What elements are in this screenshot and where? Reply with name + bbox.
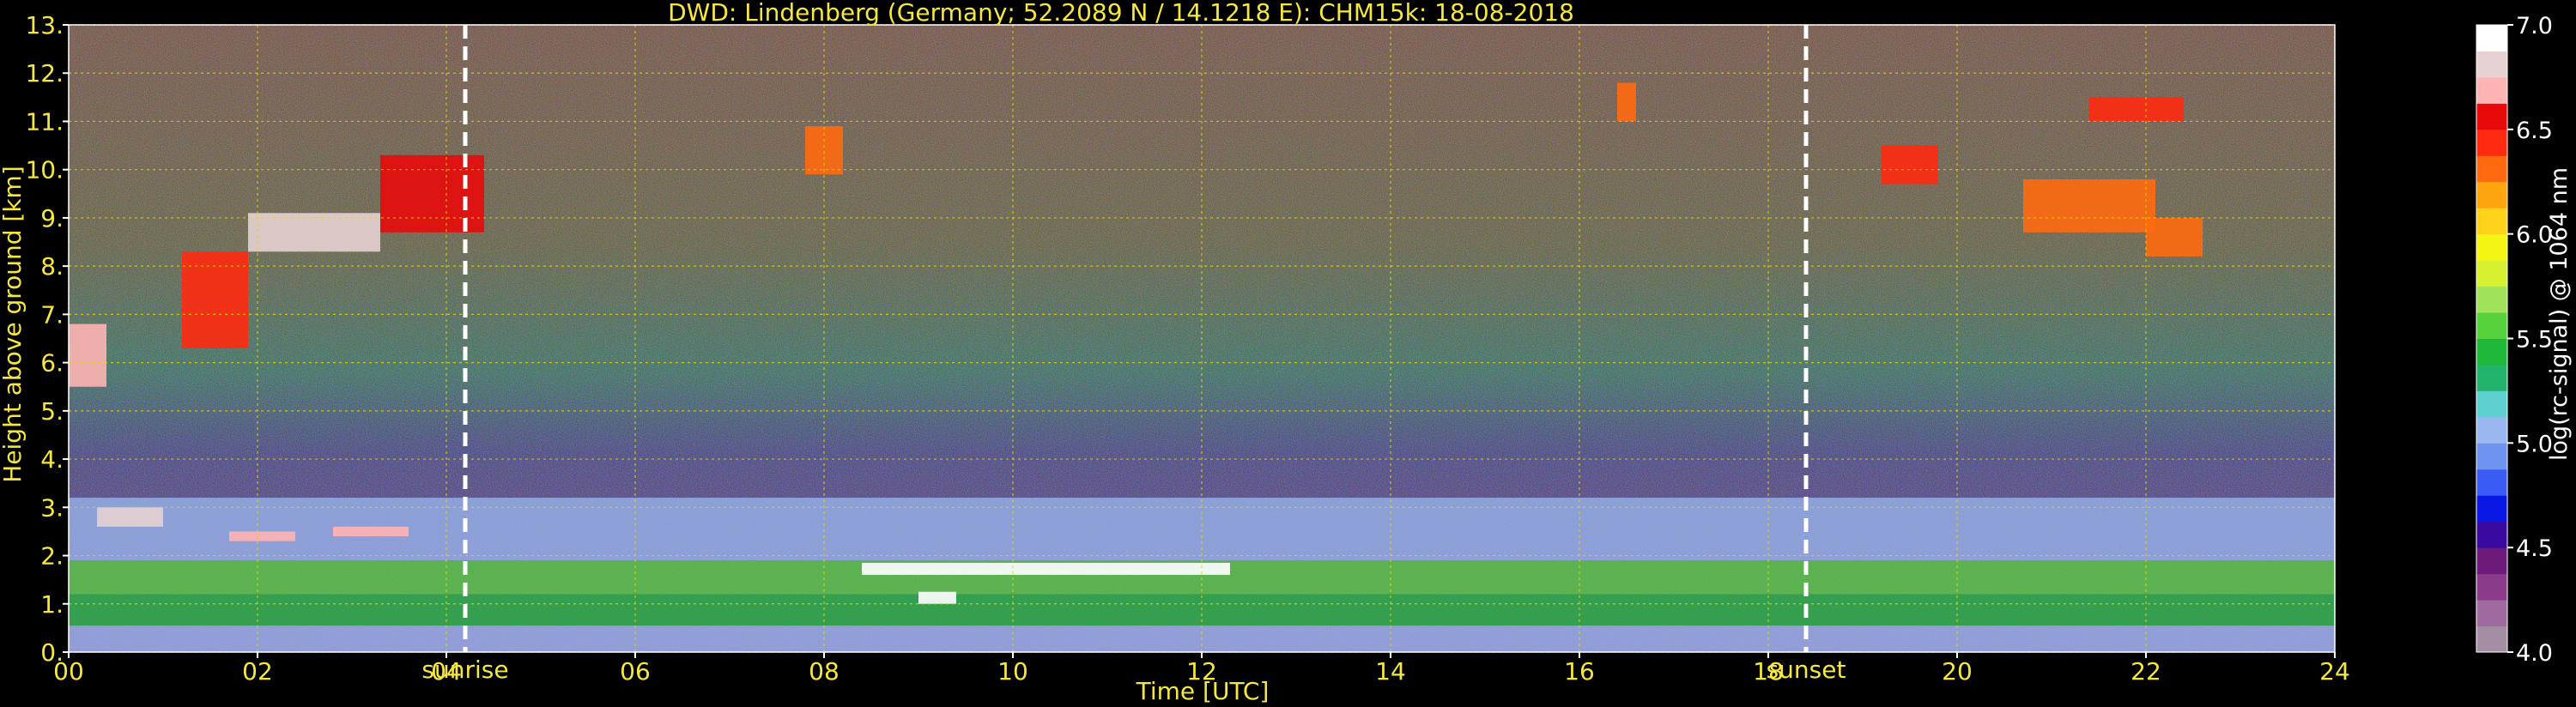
y-tick-label: 9. — [40, 204, 64, 233]
colorbar-segment — [2476, 155, 2507, 183]
colorbar-segment — [2476, 600, 2507, 627]
y-tick-label: 3. — [40, 493, 64, 522]
x-tick-label: 22 — [2131, 657, 2161, 686]
cloud-12 — [2023, 178, 2155, 233]
colorbar-segment — [2476, 468, 2507, 496]
colorbar-segment — [2476, 76, 2507, 104]
cloud-4 — [97, 507, 163, 527]
colorbar: 4.04.55.05.56.06.57.0 — [2476, 13, 2553, 667]
colorbar-segment — [2476, 443, 2507, 470]
y-tick-label: 12. — [25, 59, 64, 88]
colorbar-segment — [2476, 312, 2507, 339]
colorbar-segment — [2476, 208, 2507, 235]
colorbar-tick-label: 7.0 — [2516, 13, 2553, 39]
y-tick-label: 10. — [25, 156, 64, 184]
colorbar-segment — [2476, 495, 2507, 523]
colorbar-segment — [2476, 103, 2507, 130]
y-tick-label: 6. — [40, 349, 64, 378]
chart: sunrise sunset 00 02 04 06 08 10 12 14 16 18 20 22 24… — [0, 0, 2573, 705]
cloud-13 — [2089, 97, 2184, 122]
colorbar-segment — [2476, 25, 2507, 51]
y-tick-label: 8. — [40, 252, 64, 281]
x-tick-label: 24 — [2319, 657, 2350, 686]
colorbar-segment — [2476, 338, 2507, 366]
colorbar-segment — [2476, 129, 2507, 156]
colorbar-tick-label: 4.0 — [2516, 640, 2553, 667]
cloud-6 — [333, 526, 409, 537]
cloud-11 — [1882, 145, 1938, 184]
x-tick-label: 14 — [1375, 657, 1406, 686]
colorbar-segment — [2476, 573, 2507, 601]
x-tick-label: 06 — [620, 657, 651, 686]
cloud-10 — [1617, 82, 1636, 122]
colorbar-segment — [2476, 390, 2507, 418]
cloud-8 — [918, 591, 956, 604]
x-axis-label: Time [UTC] — [1136, 677, 1270, 705]
colorbar-label: log(rc-signal) @ 1064 nm — [2546, 167, 2573, 461]
colorbar-segment — [2476, 521, 2507, 548]
cloud-3 — [380, 154, 484, 233]
y-tick-label: 0. — [40, 638, 64, 667]
colorbar-segment — [2476, 625, 2507, 653]
cloud-14 — [2146, 217, 2203, 257]
y-axis-label: Height above ground [km] — [0, 166, 27, 483]
colorbar-segment — [2476, 547, 2507, 575]
y-tick-label: 1. — [40, 590, 64, 619]
cloud-2 — [248, 213, 380, 252]
x-tick-label: 04 — [431, 657, 462, 686]
colorbar-segment — [2476, 364, 2507, 391]
x-tick-label: 10 — [997, 657, 1028, 686]
y-tick-label: 7. — [40, 300, 64, 329]
y-tick-label: 11. — [25, 107, 64, 136]
x-tick-label: 02 — [242, 657, 273, 686]
y-tick-label: 4. — [40, 445, 64, 474]
y-tick-label: 2. — [40, 542, 64, 571]
colorbar-segment — [2476, 233, 2507, 261]
colorbar-segment — [2476, 260, 2507, 287]
x-tick-label: 08 — [809, 657, 839, 686]
chart-title: DWD: Lindenberg (Germany; 52.2089 N / 14… — [668, 0, 1574, 27]
colorbar-tick-label: 4.5 — [2516, 535, 2553, 562]
colorbar-tick-label: 6.5 — [2516, 118, 2553, 144]
colorbar-segment — [2476, 51, 2507, 78]
x-tick-label: 20 — [1942, 657, 1973, 686]
x-tick-label: 16 — [1564, 657, 1595, 686]
colorbar-segment — [2476, 416, 2507, 444]
x-tick-label: 18 — [1753, 657, 1784, 686]
colorbar-segment — [2476, 286, 2507, 313]
colorbar-segment — [2476, 181, 2507, 208]
y-tick-label: 5. — [40, 397, 64, 426]
cloud-7 — [862, 562, 1230, 576]
cloud-0 — [69, 323, 106, 387]
cloud-5 — [229, 531, 295, 541]
y-tick-label: 13. — [25, 11, 64, 39]
